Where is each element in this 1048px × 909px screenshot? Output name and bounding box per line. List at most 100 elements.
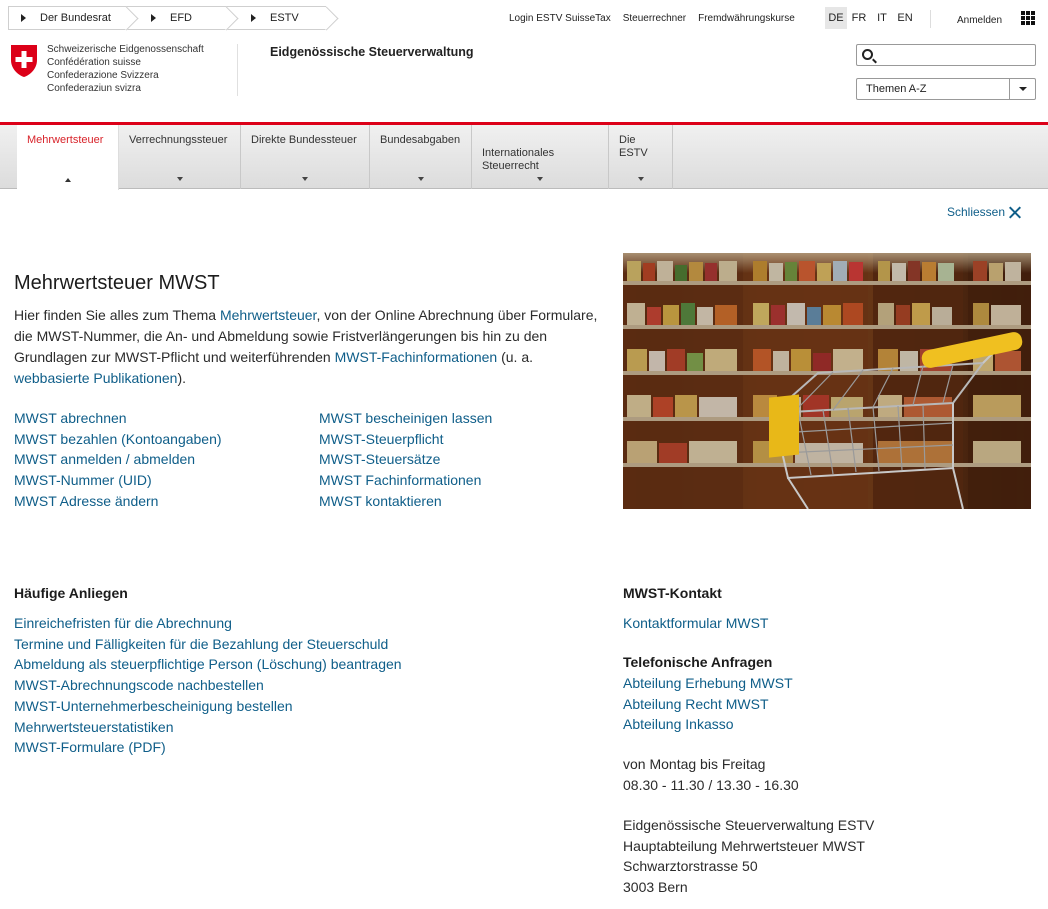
swiss-coat-of-arms-icon[interactable] [10,44,38,78]
contact-form-link-wrap: Kontaktformular MWST [623,613,768,634]
lang-fr[interactable]: FR [848,7,870,29]
chevron-down-icon [637,177,644,181]
page-title: Mehrwertsteuer MWST [14,272,220,294]
themen-select[interactable]: Themen A-Z [856,78,1036,100]
language-switcher: DE FR IT EN [825,7,917,29]
lang-de[interactable]: DE [825,7,847,29]
confederation-name-rm: Confederaziun svizra [47,83,141,94]
breadcrumb-label[interactable]: Der Bundesrat [40,12,111,24]
nav-item-label: Die ESTV [619,134,648,159]
faq-title: Häufige Anliegen [14,585,128,601]
list-item-link[interactable]: MWST Fachinformationen [319,470,492,491]
postal-address: Eidgenössische Steuerverwaltung ESTV Hau… [623,815,874,898]
quick-links-left: MWST abrechnen MWST bezahlen (Kontoangab… [14,408,222,512]
confederation-names: Schweizerische Eidgenossenschaft Confédé… [47,43,204,95]
lang-en[interactable]: EN [894,7,916,29]
list-item-link[interactable]: Mehrwertsteuerstatistiken [14,717,402,738]
intro-text: Hier finden Sie alles zum Thema Mehrwert… [14,307,598,386]
office-hours-times: 08.30 - 11.30 / 13.30 - 16.30 [623,776,799,793]
contact-title: MWST-Kontakt [623,585,722,601]
nav-item-die-estv[interactable]: Die ESTV [609,125,673,189]
list-item-link[interactable]: Abteilung Erhebung MWST [623,673,793,694]
address-line: Eidgenössische Steuerverwaltung ESTV [623,817,875,833]
address-line: 3003 Bern [623,879,688,896]
list-item-link[interactable]: MWST-Nummer (UID) [14,470,222,491]
chevron-down-icon[interactable] [1009,79,1035,99]
search-field[interactable] [856,44,1036,66]
quick-links-right: MWST bescheinigen lassen MWST-Steuerpfli… [319,408,492,512]
confederation-name-de: Schweizerische Eidgenossenschaft [47,44,204,55]
list-item-link[interactable]: Abteilung Recht MWST [623,694,793,715]
office-hours: von Montag bis Freitag 08.30 - 11.30 / 1… [623,754,799,795]
list-item-link[interactable]: MWST anmelden / abmelden [14,449,222,470]
nav-item-label: Verrechnungssteuer [129,134,228,146]
divider [237,44,238,96]
top-bar: Der Bundesrat EFD ESTV Login ESTV Suisse… [0,0,1048,38]
grid-menu-icon[interactable] [1021,11,1035,25]
close-label: Schliessen [947,205,1006,219]
list-item-link[interactable]: MWST-Formulare (PDF) [14,737,402,758]
close-icon [1009,206,1021,218]
search-icon[interactable] [862,49,873,60]
confederation-name-fr: Confédération suisse [47,57,141,68]
service-link-steuerrechner[interactable]: Steuerrechner [623,13,686,24]
list-item-link[interactable]: MWST kontaktieren [319,491,492,512]
list-item-link[interactable]: MWST bescheinigen lassen [319,408,492,429]
list-item-link[interactable]: MWST-Steuersätze [319,449,492,470]
link-mwst-fachinformationen[interactable]: MWST-Fachinformationen [335,349,498,365]
chevron-down-icon [302,177,308,181]
nav-item-bundesabgaben[interactable]: Bundesabgaben [370,125,472,189]
divider [930,10,931,28]
site-header: Schweizerische Eidgenossenschaft Confédé… [0,38,1048,124]
play-icon [251,14,256,22]
nav-item-direkte-bundessteuer[interactable]: Direkte Bundessteuer [241,125,370,189]
breadcrumb-item[interactable]: Der Bundesrat [8,6,139,31]
themen-select-value: Themen A-Z [866,83,927,95]
service-link-login-suissetax[interactable]: Login ESTV SuisseTax [509,13,611,24]
chevron-down-icon [176,177,183,181]
service-links: Login ESTV SuisseTax Steuerrechner Fremd… [509,13,807,24]
main-nav: Mehrwertsteuer Verrechnungssteuer Direkt… [0,125,1048,190]
chevron-down-icon [537,177,543,181]
list-item-link[interactable]: MWST-Abrechnungscode nachbestellen [14,675,402,696]
contact-form-link[interactable]: Kontaktformular MWST [623,613,768,634]
chevron-up-icon [64,178,71,182]
list-item-link[interactable]: MWST abrechnen [14,408,222,429]
nav-item-mehrwertsteuer[interactable]: Mehrwertsteuer [17,125,119,190]
department-name: Eidgenössische Steuerverwaltung [270,45,474,59]
list-item-link[interactable]: MWST-Steuerpflicht [319,429,492,450]
search-input[interactable] [879,47,1029,63]
list-item-link[interactable]: MWST Adresse ändern [14,491,222,512]
nav-item-label: Bundesabgaben [380,134,461,146]
list-item-link[interactable]: MWST bezahlen (Kontoangaben) [14,429,222,450]
nav-item-label: Mehrwertsteuer [27,134,104,146]
list-item-link[interactable]: Termine und Fälligkeiten für die Bezahlu… [14,634,402,655]
breadcrumb-item[interactable]: EFD [126,6,239,31]
breadcrumb-label[interactable]: ESTV [270,12,299,24]
nav-item-verrechnungssteuer[interactable]: Verrechnungssteuer [119,125,241,189]
list-item-link[interactable]: Abmeldung als steuerpflichtige Person (L… [14,654,402,675]
link-mehrwertsteuer[interactable]: Mehrwertsteuer [220,307,316,323]
breadcrumb: Der Bundesrat EFD ESTV [8,6,339,31]
phone-heading: Telefonische Anfragen [623,654,773,670]
play-icon [21,14,26,22]
nav-item-label: Direkte Bundessteuer [251,134,357,146]
list-item-link[interactable]: Abteilung Inkasso [623,714,793,735]
address-line: Hauptabteilung Mehrwertsteuer MWST [623,837,865,854]
confederation-name-it: Confederazione Svizzera [47,70,159,81]
nav-item-internationales-steuerrecht[interactable]: Internationales Steuerrecht [472,125,609,189]
close-button[interactable]: Schliessen [947,205,1021,219]
faq-list: Einreichefristen für die Abrechnung Term… [14,613,402,758]
phone-links: Abteilung Erhebung MWST Abteilung Recht … [623,673,793,735]
shopping-cart-photo [623,253,1031,509]
list-item-link[interactable]: MWST-Unternehmerbescheinigung bestellen [14,696,402,717]
link-webbasierte-publikationen[interactable]: webbasierte Publikationen [14,370,177,386]
office-hours-days: von Montag bis Freitag [623,756,766,772]
address-line: Schwarztorstrasse 50 [623,858,758,875]
lang-it[interactable]: IT [871,7,893,29]
breadcrumb-label[interactable]: EFD [170,12,192,24]
login-link[interactable]: Anmelden [957,15,1002,26]
service-link-fremdwaehrungskurse[interactable]: Fremdwährungskurse [698,13,795,24]
breadcrumb-item[interactable]: ESTV [226,6,339,31]
list-item-link[interactable]: Einreichefristen für die Abrechnung [14,613,402,634]
